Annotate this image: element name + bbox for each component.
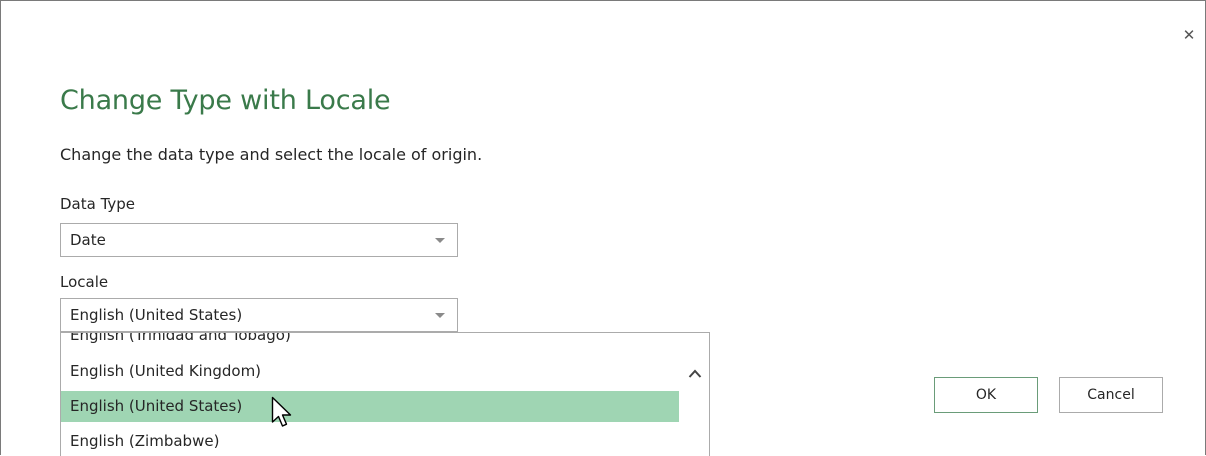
ok-button[interactable]: OK: [934, 377, 1038, 413]
locale-option[interactable]: English (Trinidad and Tobago): [61, 333, 679, 351]
dialog-description: Change the data type and select the loca…: [60, 145, 483, 164]
locale-option[interactable]: English (United Kingdom): [61, 356, 679, 387]
dialog-title: Change Type with Locale: [60, 85, 391, 116]
chevron-up-icon[interactable]: [688, 367, 702, 381]
locale-value: English (United States): [70, 306, 243, 324]
locale-option-highlighted[interactable]: English (United States): [61, 391, 679, 422]
close-icon[interactable]: ✕: [1179, 25, 1199, 45]
chevron-down-icon: [435, 238, 445, 243]
locale-option[interactable]: English (Zimbabwe): [61, 426, 679, 456]
data-type-label: Data Type: [60, 195, 136, 213]
data-type-value: Date: [70, 231, 106, 249]
locale-select[interactable]: English (United States): [60, 298, 458, 332]
chevron-down-icon: [435, 313, 445, 318]
data-type-select[interactable]: Date: [60, 223, 458, 257]
dropdown-scrollbar[interactable]: [679, 333, 709, 456]
cancel-button[interactable]: Cancel: [1059, 377, 1163, 413]
locale-label: Locale: [60, 273, 109, 291]
locale-dropdown-list[interactable]: English (Trinidad and Tobago) English (U…: [60, 332, 710, 456]
change-type-dialog: ✕ Change Type with Locale Change the dat…: [0, 0, 1206, 456]
